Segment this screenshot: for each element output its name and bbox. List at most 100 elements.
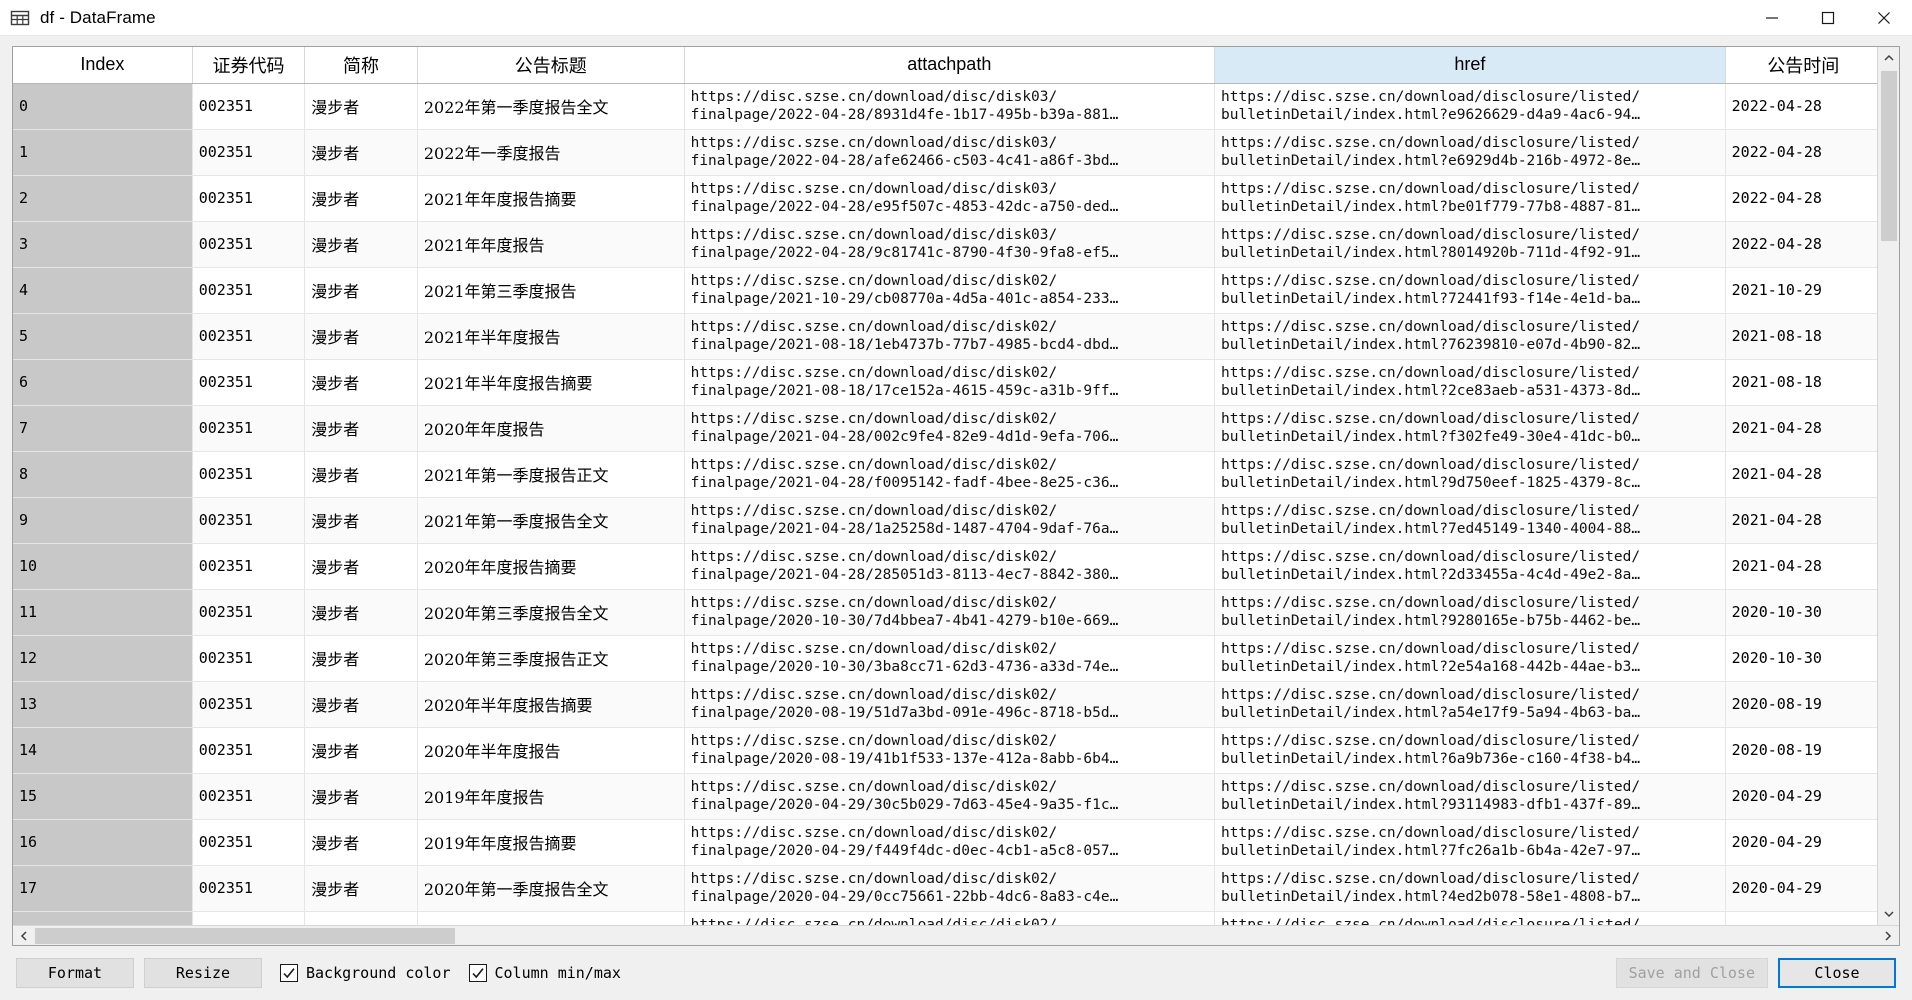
- cell-date[interactable]: 2020-04-29: [1725, 865, 1877, 912]
- dataframe-grid-viewport[interactable]: Index 证券代码 简称 公告标题 attachpath href 公告时间 0 00235…: [13, 47, 1877, 925]
- cell-short-name[interactable]: 漫步者: [304, 589, 418, 636]
- cell-date[interactable]: 2020-10-30: [1725, 635, 1877, 682]
- cell-date[interactable]: 2020-08-19: [1725, 681, 1877, 728]
- cell-sec-code[interactable]: 002351: [192, 635, 306, 682]
- cell-date[interactable]: 2021-04-28: [1725, 405, 1877, 452]
- cell-attachpath[interactable]: https://disc.szse.cn/download/disc/disk0…: [684, 175, 1216, 222]
- cell-sec-code[interactable]: 002351: [192, 727, 306, 774]
- cell-short-name[interactable]: 漫步者: [304, 543, 418, 590]
- column-minmax-checkbox[interactable]: Column min/max: [468, 964, 621, 982]
- row-index-cell[interactable]: 12: [13, 635, 193, 682]
- row-index-cell[interactable]: 7: [13, 405, 193, 452]
- cell-date[interactable]: 2020-04-29: [1725, 819, 1877, 866]
- cell-attachpath[interactable]: https://disc.szse.cn/download/disc/disk0…: [684, 589, 1216, 636]
- cell-href[interactable]: https://disc.szse.cn/download/disclosure…: [1214, 359, 1726, 406]
- cell-attachpath[interactable]: https://disc.szse.cn/download/disc/disk0…: [684, 83, 1216, 130]
- row-index-cell[interactable]: 3: [13, 221, 193, 268]
- cell-title[interactable]: 2022年第一季度报告全文: [417, 83, 685, 130]
- cell-title[interactable]: 2022年一季度报告: [417, 129, 685, 176]
- cell-title[interactable]: 2021年第一季度报告正文: [417, 451, 685, 498]
- cell-href[interactable]: https://disc.szse.cn/download/disclosure…: [1214, 589, 1726, 636]
- row-index-cell[interactable]: 8: [13, 451, 193, 498]
- cell-short-name[interactable]: 漫步者: [304, 681, 418, 728]
- cell-sec-code[interactable]: 002351: [192, 129, 306, 176]
- cell-date[interactable]: 2021-04-28: [1725, 497, 1877, 544]
- cell-title[interactable]: 2019年年度报告摘要: [417, 819, 685, 866]
- row-index-cell[interactable]: 18: [13, 911, 193, 925]
- column-header-date[interactable]: 公告时间: [1725, 47, 1877, 84]
- table-row[interactable]: 4 002351 漫步者 2021年第三季度报告 https://disc.szse.c…: [13, 267, 1877, 314]
- cell-href[interactable]: https://disc.szse.cn/download/disclosure…: [1214, 175, 1726, 222]
- cell-attachpath[interactable]: https://disc.szse.cn/download/disc/disk0…: [684, 773, 1216, 820]
- table-row[interactable]: 13 002351 漫步者 2020年半年度报告摘要 https://disc.szse…: [13, 681, 1877, 728]
- cell-sec-code[interactable]: 002351: [192, 359, 306, 406]
- cell-date[interactable]: 2020-04-29: [1725, 773, 1877, 820]
- cell-attachpath[interactable]: https://disc.szse.cn/download/disc/disk0…: [684, 129, 1216, 176]
- table-row[interactable]: 0 002351 漫步者 2022年第一季度报告全文 https://disc.szse…: [13, 83, 1877, 130]
- cell-date[interactable]: 2020-08-19: [1725, 727, 1877, 774]
- cell-href[interactable]: https://disc.szse.cn/download/disclosure…: [1214, 83, 1726, 130]
- cell-short-name[interactable]: 漫步者: [304, 635, 418, 682]
- table-row[interactable]: 2 002351 漫步者 2021年年度报告摘要 https://disc.szse.c…: [13, 175, 1877, 222]
- cell-sec-code[interactable]: 002351: [192, 405, 306, 452]
- cell-href[interactable]: https://disc.szse.cn/download/disclosure…: [1214, 865, 1726, 912]
- column-header-short_name[interactable]: 简称: [304, 47, 418, 84]
- cell-sec-code[interactable]: 002351: [192, 773, 306, 820]
- cell-title[interactable]: 2020年第三季度报告正文: [417, 635, 685, 682]
- cell-title[interactable]: 2021年半年度报告: [417, 313, 685, 360]
- cell-short-name[interactable]: 漫步者: [304, 267, 418, 314]
- cell-short-name[interactable]: 漫步者: [304, 83, 418, 130]
- table-row[interactable]: 15 002351 漫步者 2019年年度报告 https://disc.szse.cn…: [13, 773, 1877, 820]
- row-index-cell[interactable]: 11: [13, 589, 193, 636]
- cell-short-name[interactable]: 漫步者: [304, 497, 418, 544]
- cell-date[interactable]: 2021-08-18: [1725, 313, 1877, 360]
- cell-title[interactable]: 2020年第三季度报告全文: [417, 589, 685, 636]
- column-header-title[interactable]: 公告标题: [417, 47, 685, 84]
- cell-attachpath[interactable]: https://disc.szse.cn/download/disc/disk0…: [684, 911, 1216, 925]
- table-row[interactable]: 14 002351 漫步者 2020年半年度报告 https://disc.szse.c…: [13, 727, 1877, 774]
- cell-attachpath[interactable]: https://disc.szse.cn/download/disc/disk0…: [684, 727, 1216, 774]
- cell-date[interactable]: 2021-04-28: [1725, 543, 1877, 590]
- cell-date[interactable]: 2022-04-28: [1725, 175, 1877, 222]
- save-and-close-button[interactable]: Save and Close: [1615, 958, 1768, 988]
- row-index-cell[interactable]: 13: [13, 681, 193, 728]
- cell-title[interactable]: 2021年年度报告摘要: [417, 175, 685, 222]
- column-header-index[interactable]: Index: [13, 47, 193, 84]
- cell-attachpath[interactable]: https://disc.szse.cn/download/disc/disk0…: [684, 267, 1216, 314]
- cell-attachpath[interactable]: https://disc.szse.cn/download/disc/disk0…: [684, 497, 1216, 544]
- horizontal-scroll-thumb[interactable]: [35, 928, 455, 944]
- row-index-cell[interactable]: 4: [13, 267, 193, 314]
- table-row[interactable]: 16 002351 漫步者 2019年年度报告摘要 https://disc.szse.…: [13, 819, 1877, 866]
- table-row[interactable]: 18002351漫步者2020年第一季度报告正文https://disc.szs…: [13, 911, 1877, 925]
- cell-sec-code[interactable]: 002351: [192, 543, 306, 590]
- cell-short-name[interactable]: 漫步者: [304, 129, 418, 176]
- cell-title[interactable]: 2021年半年度报告摘要: [417, 359, 685, 406]
- row-index-cell[interactable]: 9: [13, 497, 193, 544]
- cell-date[interactable]: 2021-10-29: [1725, 267, 1877, 314]
- cell-href[interactable]: https://disc.szse.cn/download/disclosure…: [1214, 819, 1726, 866]
- vertical-scroll-thumb[interactable]: [1881, 71, 1897, 241]
- table-row[interactable]: 7 002351 漫步者 2020年年度报告 https://disc.szse.cn/…: [13, 405, 1877, 452]
- cell-date[interactable]: 2021-04-28: [1725, 451, 1877, 498]
- cell-title[interactable]: 2020年年度报告: [417, 405, 685, 452]
- scroll-left-arrow-icon[interactable]: [13, 926, 35, 946]
- cell-href[interactable]: https://disc.szse.cn/download/disclosure…: [1214, 405, 1726, 452]
- table-row[interactable]: 1 002351 漫步者 2022年一季度报告 https://disc.szse.cn…: [13, 129, 1877, 176]
- cell-attachpath[interactable]: https://disc.szse.cn/download/disc/disk0…: [684, 819, 1216, 866]
- cell-href[interactable]: https://disc.szse.cn/download/disclosure…: [1214, 267, 1726, 314]
- cell-short-name[interactable]: 漫步者: [304, 773, 418, 820]
- cell-title[interactable]: 2019年年度报告: [417, 773, 685, 820]
- cell-attachpath[interactable]: https://disc.szse.cn/download/disc/disk0…: [684, 865, 1216, 912]
- cell-title[interactable]: 2020年第一季度报告全文: [417, 865, 685, 912]
- table-row[interactable]: 3 002351 漫步者 2021年年度报告 https://disc.szse.cn/…: [13, 221, 1877, 268]
- cell-href[interactable]: https://disc.szse.cn/download/disclosure…: [1214, 451, 1726, 498]
- cell-short-name[interactable]: 漫步者: [304, 359, 418, 406]
- cell-title[interactable]: 2020年第一季度报告正文: [417, 911, 685, 925]
- row-index-cell[interactable]: 14: [13, 727, 193, 774]
- cell-short-name[interactable]: 漫步者: [304, 175, 418, 222]
- cell-attachpath[interactable]: https://disc.szse.cn/download/disc/disk0…: [684, 221, 1216, 268]
- cell-title[interactable]: 2021年第一季度报告全文: [417, 497, 685, 544]
- cell-sec-code[interactable]: 002351: [192, 911, 306, 925]
- cell-href[interactable]: https://disc.szse.cn/download/disclosure…: [1214, 129, 1726, 176]
- row-index-cell[interactable]: 10: [13, 543, 193, 590]
